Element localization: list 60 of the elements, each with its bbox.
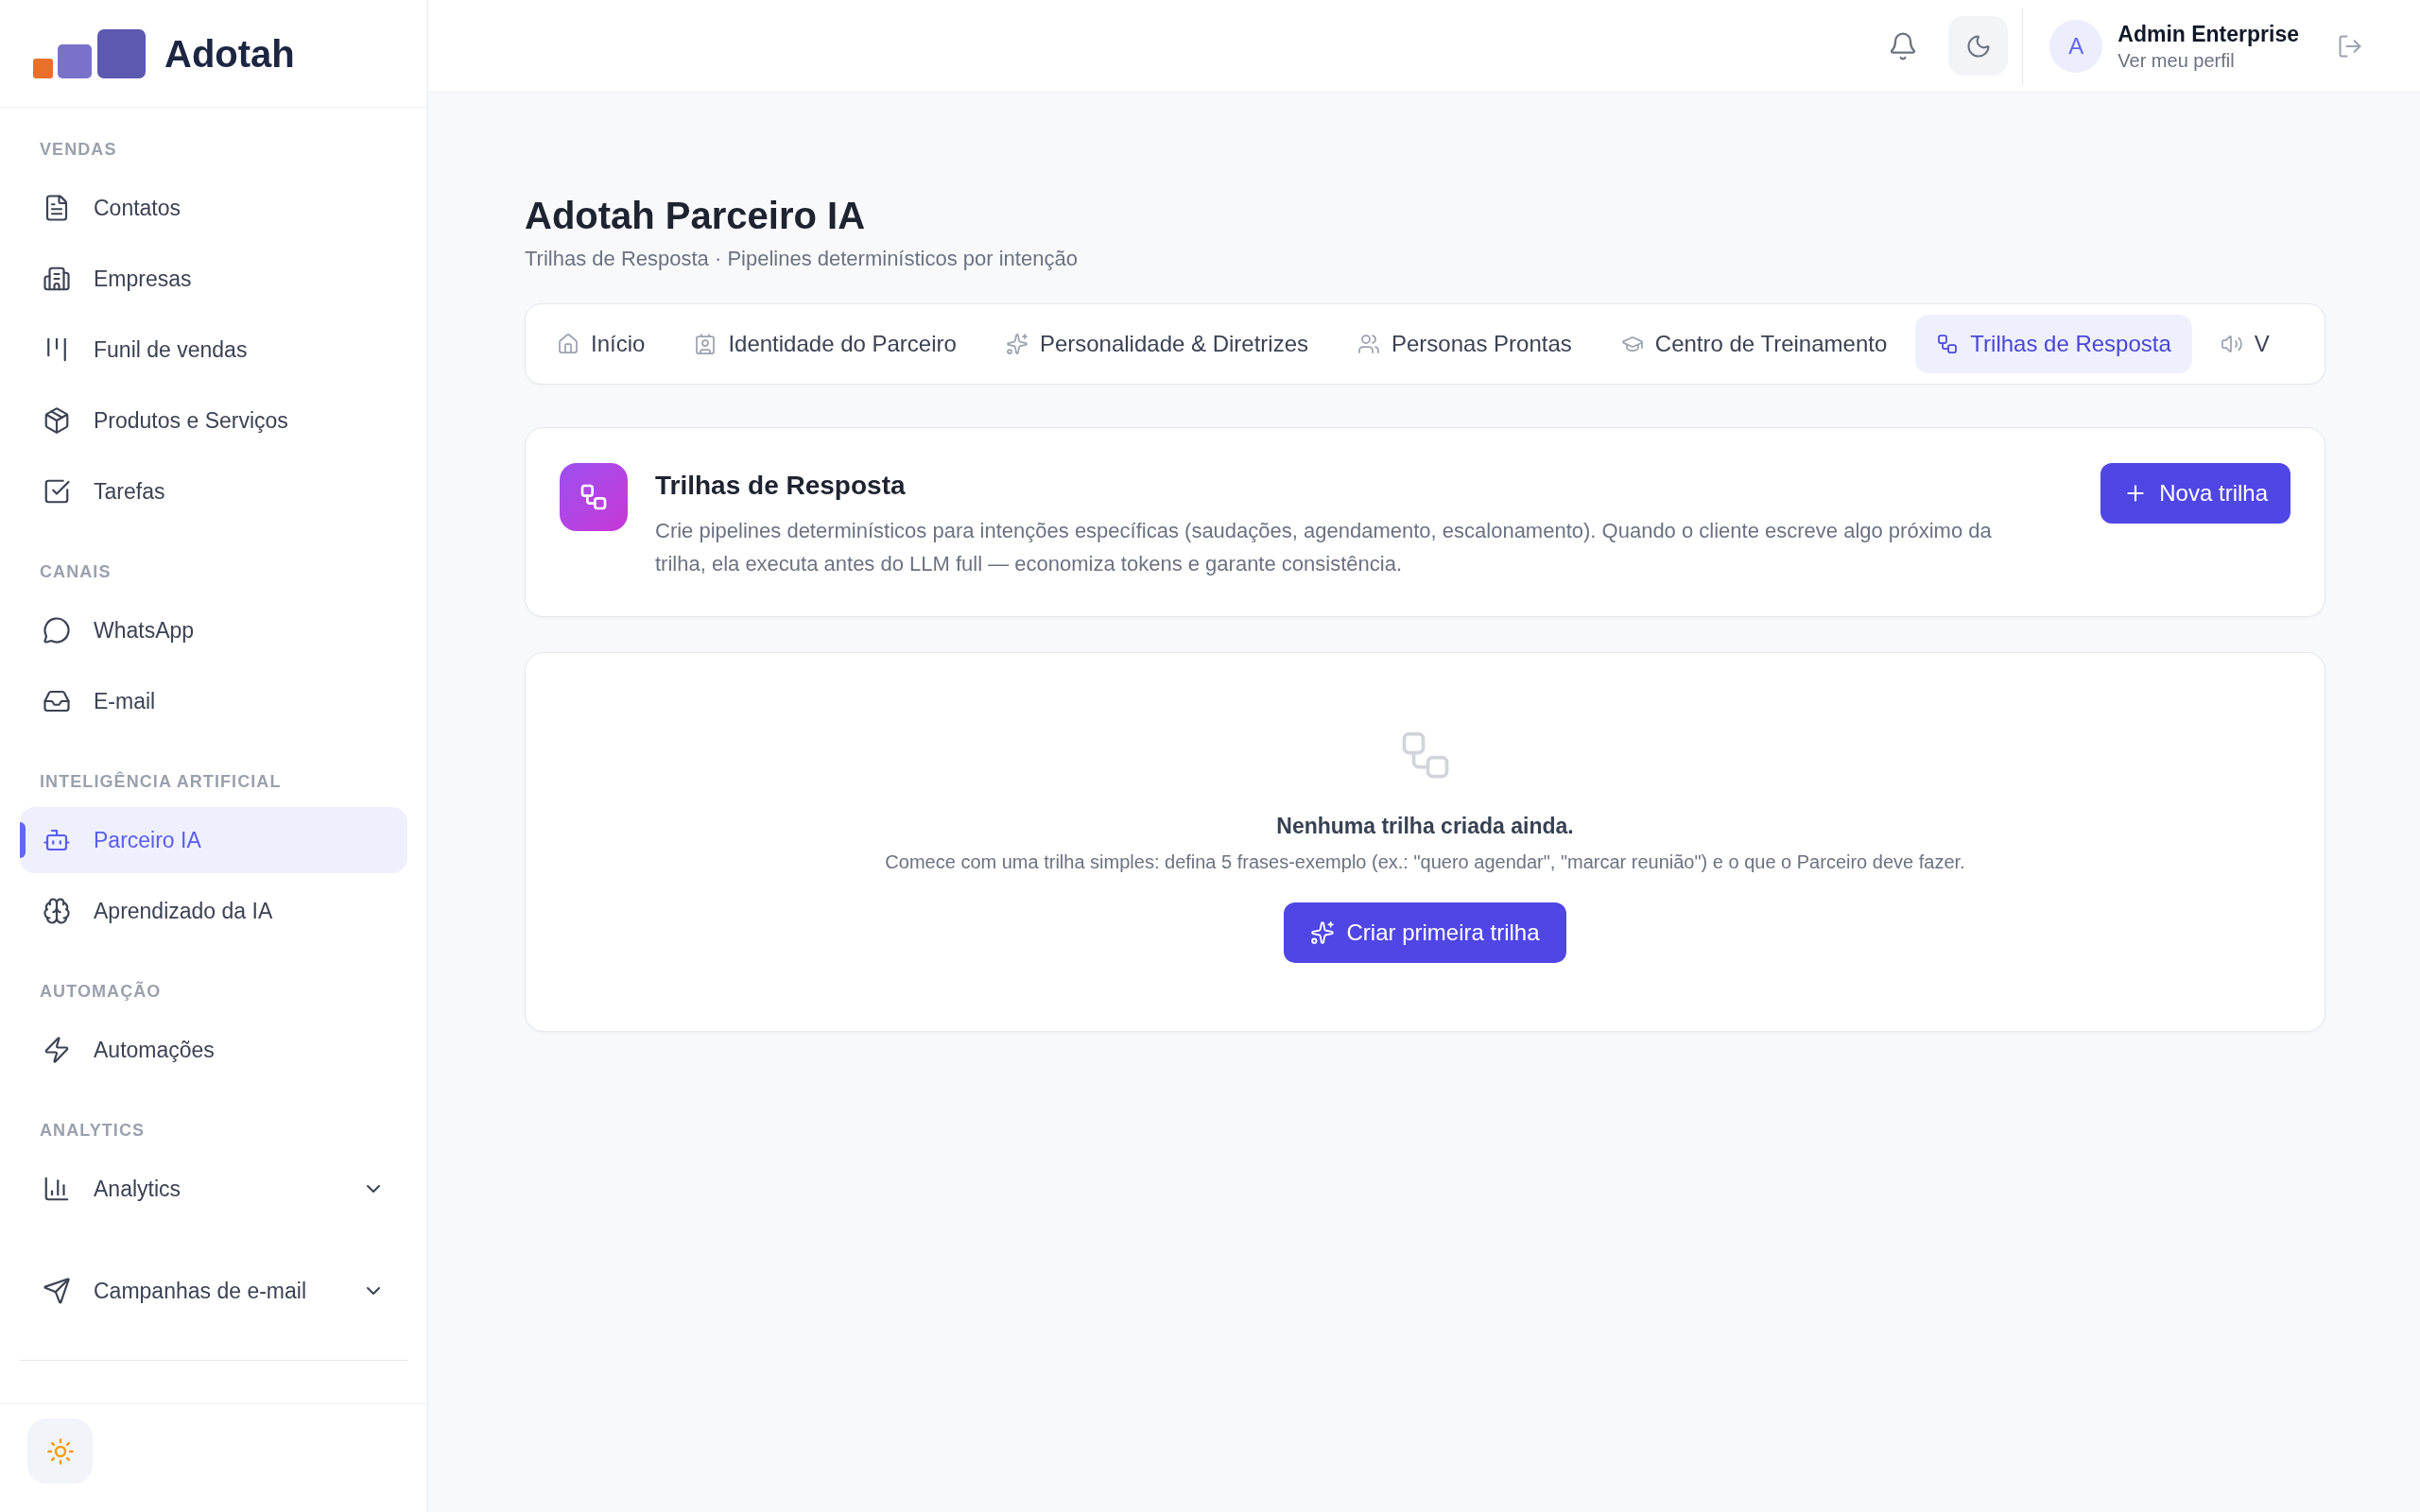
create-first-trail-button[interactable]: Criar primeira trilha [1284,902,1566,963]
tab[interactable]: Trilhas de Resposta [1915,315,2192,373]
users-icon [1357,333,1380,355]
empty-state-title: Nenhuma trilha criada ainda. [1276,813,1574,840]
brain-icon [43,897,71,925]
section-heading: ANALYTICS [39,1120,146,1142]
sparkles-icon [1310,920,1336,945]
sidebar-item[interactable]: Analytics [20,1156,407,1222]
tab[interactable]: Personalidade & Diretrizes [984,315,1329,373]
sidebar-item[interactable]: Contatos [20,175,407,241]
logout-button[interactable] [2337,32,2363,60]
sidebar-item[interactable]: Parceiro IA [20,807,407,873]
active-indicator [20,822,26,858]
checkbox-icon [43,477,71,506]
sidebar-item[interactable]: Funil de vendas [20,317,407,383]
chat-bubble-icon [43,616,71,644]
speaker-icon [2220,333,2243,355]
tab[interactable]: V [2199,315,2290,373]
page-title: Adotah Parceiro IA [525,194,866,238]
sidebar-item[interactable]: Empresas [20,246,407,312]
sidebar-item[interactable]: WhatsApp [20,597,407,663]
sidebar-item[interactable]: Tarefas [20,458,407,524]
profile-link[interactable]: Ver meu perfil [2118,47,2299,73]
contact-card-icon [694,333,717,355]
linked-squares-icon [1936,333,1960,355]
new-trail-button[interactable]: Nova trilha [2100,463,2290,524]
sun-icon [45,1436,75,1466]
card-title: Trilhas de Resposta [655,470,906,502]
building-icon [43,265,71,293]
bar-chart-icon [43,1175,71,1203]
sidebar-item[interactable]: Produtos e Serviços [20,387,407,454]
moon-icon [1964,32,1992,60]
page-subtitle: Trilhas de Resposta · Pipelines determinísticos por intenção [525,246,1078,272]
tab[interactable]: Centro de Treinamento [1599,315,1909,373]
box-icon [43,406,71,435]
sidebar-item[interactable]: E-mail [20,668,407,734]
lightning-icon [43,1036,71,1064]
tab[interactable]: Personas Prontas [1337,315,1593,373]
linked-squares-icon [560,463,628,531]
sidebar-item[interactable]: Campanhas de e-mail [20,1258,407,1324]
empty-state-message: Comece com uma trilha simples: defina 5 frases-exemplo (ex.: "quero agendar", "marcar reunião") e o que o Parceiro deve fazer. [885,850,1965,873]
card-description: Crie pipelines determinísticos para intenções específicas (saudações, agendamento, escalonamento). Quando o cliente escreve algo próximo da trilha, ela executa antes do LLM full — economiza tokens e garante consistência. [655,518,1993,577]
tab[interactable]: Início [536,315,666,373]
sparkles-icon [1005,333,1028,355]
section-heading: VENDAS [39,139,117,161]
sidebar-item[interactable]: Aprendizado da IA [20,878,407,944]
brand-name: Adotah [164,31,295,77]
user-name: Admin Enterprise [2118,20,2299,48]
logo-icon [33,28,146,78]
house-icon [557,333,579,355]
section-heading: AUTOMAÇÃO [39,980,162,1003]
sidebar-item[interactable]: Automações [20,1017,407,1083]
logout-icon [2337,32,2363,60]
user-avatar[interactable]: A [2049,19,2103,73]
paper-plane-icon [43,1277,71,1305]
theme-toggle-button[interactable] [27,1418,93,1484]
section-heading: INTELIGÊNCIA ARTIFICIAL [39,770,282,793]
tab[interactable]: Identidade do Parceiro [673,315,977,373]
dark-mode-button[interactable] [1948,16,2009,76]
section-heading: CANAIS [39,561,112,583]
